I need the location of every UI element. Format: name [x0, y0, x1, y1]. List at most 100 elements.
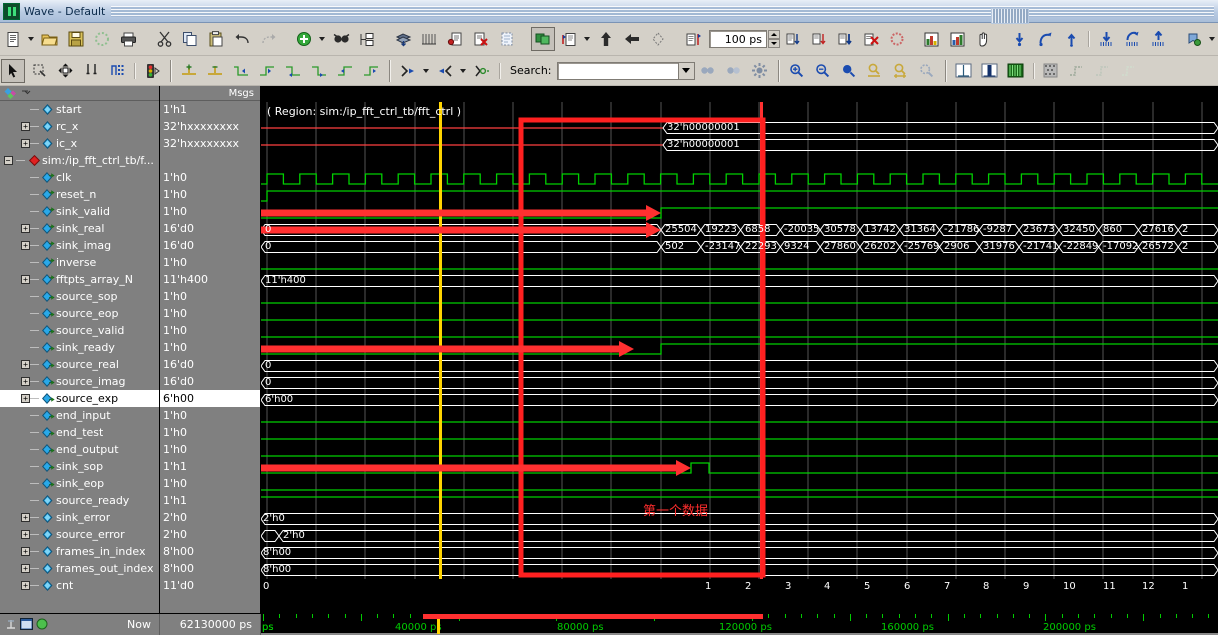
signal-row[interactable]: sink_ready — [0, 339, 159, 356]
signal-row[interactable]: source_eop — [0, 305, 159, 322]
signal-row[interactable]: − sim:/ip_fft_ctrl_tb/f... — [0, 152, 159, 169]
expand-icon[interactable]: + — [21, 275, 30, 284]
traffic-light-button[interactable] — [140, 59, 164, 83]
signal-row[interactable]: + sink_imag — [0, 237, 159, 254]
prev-rising-edge-button[interactable] — [333, 59, 357, 83]
waveform-canvas[interactable]: ( Region: sim:/ip_fft_ctrl_tb/fft_ctrl )… — [261, 102, 1218, 592]
signal-row[interactable]: sink_sop — [0, 458, 159, 475]
cursor-marker-icon[interactable] — [5, 618, 17, 633]
collapse-all-button[interactable] — [391, 27, 415, 51]
step-up-button[interactable] — [594, 27, 618, 51]
dither-format-button[interactable] — [1039, 59, 1063, 83]
collapse-icon[interactable]: − — [3, 156, 13, 165]
zoom-in-button[interactable] — [785, 59, 809, 83]
expand-time-button[interactable] — [396, 59, 420, 83]
chevron-down-icon[interactable] — [317, 28, 326, 50]
signal-row[interactable]: + cnt — [0, 577, 159, 594]
next-falling-edge-button[interactable] — [307, 59, 331, 83]
undo-button[interactable] — [230, 27, 254, 51]
signal-row[interactable]: source_sop — [0, 288, 159, 305]
expand-icon[interactable]: + — [21, 394, 30, 403]
expand-icon[interactable]: + — [21, 513, 30, 522]
properties-button[interactable] — [355, 27, 379, 51]
zoom-cursor-button[interactable] — [863, 59, 887, 83]
signal-row[interactable]: + sink_real — [0, 220, 159, 237]
bar-format-button[interactable] — [978, 59, 1002, 83]
signal-row[interactable]: + source_error — [0, 526, 159, 543]
signal-value-list[interactable]: 1'h1 32'hxxxxxxxx 32'hxxxxxxxx 1'h0 1'h0 1'h0… — [160, 101, 260, 594]
continue-run-button[interactable] — [807, 27, 831, 51]
expand-icon[interactable]: + — [21, 530, 30, 539]
paste-button[interactable] — [204, 27, 228, 51]
signal-row[interactable]: clk — [0, 169, 159, 186]
add-wave-button[interactable] — [292, 27, 316, 51]
pan-mode-button[interactable] — [53, 59, 77, 83]
zoom-rect-mode-button[interactable] — [27, 59, 51, 83]
insert-cursor-button[interactable] — [177, 59, 201, 83]
profile-performance-button[interactable] — [919, 27, 943, 51]
search-text-field[interactable] — [557, 62, 678, 79]
expand-icon[interactable]: + — [21, 377, 30, 386]
step-out-wave-button[interactable] — [1146, 27, 1170, 51]
signal-row[interactable]: + frames_out_index — [0, 560, 159, 577]
run-all-button[interactable] — [833, 27, 857, 51]
expand-icon[interactable]: + — [21, 224, 30, 233]
drag-mode-button[interactable] — [971, 27, 995, 51]
prev-transition-button[interactable] — [229, 59, 253, 83]
zoom-range-button[interactable] — [889, 59, 913, 83]
signal-row[interactable]: + frames_in_index — [0, 543, 159, 560]
stop-button[interactable] — [885, 27, 909, 51]
run-button[interactable] — [781, 27, 805, 51]
signal-row[interactable]: end_output — [0, 441, 159, 458]
new-file-button[interactable] — [1, 27, 25, 51]
annotate-wave-button[interactable] — [443, 27, 467, 51]
step-back-button[interactable] — [620, 27, 644, 51]
wave-window-icon[interactable] — [20, 618, 33, 633]
reload-button[interactable] — [90, 27, 114, 51]
signal-row[interactable]: source_valid — [0, 322, 159, 339]
signal-row[interactable]: sink_eop — [0, 475, 159, 492]
zoom-last-button[interactable] — [915, 59, 939, 83]
step-into-wave-button[interactable] — [1094, 27, 1118, 51]
break-sim-button[interactable] — [859, 27, 883, 51]
signal-name-list[interactable]: start + rc_x + ic_x − sim:/ip_fft_ctrl_tb/f...… — [0, 101, 159, 594]
next-rising-edge-button[interactable] — [359, 59, 383, 83]
step-over-wave-button[interactable] — [1120, 27, 1144, 51]
step-out-button[interactable] — [1059, 27, 1083, 51]
expand-icon[interactable]: + — [21, 581, 30, 590]
wave-grid-button[interactable] — [417, 27, 441, 51]
expand-icon[interactable]: + — [21, 547, 30, 556]
memory-view-button[interactable] — [945, 27, 969, 51]
signal-row[interactable]: + rc_x — [0, 118, 159, 135]
run-length-stepper[interactable] — [768, 30, 780, 48]
chevron-down-icon[interactable] — [458, 60, 467, 82]
signal-row[interactable]: + source_imag — [0, 373, 159, 390]
prev-falling-edge-button[interactable] — [281, 59, 305, 83]
step-into-button[interactable] — [1007, 27, 1031, 51]
search-history-dropdown[interactable] — [678, 61, 695, 80]
waveform-pane[interactable]: ( Region: sim:/ip_fft_ctrl_tb/fft_ctrl )… — [261, 86, 1218, 613]
signal-row[interactable]: + source_exp — [0, 390, 159, 407]
signal-row[interactable]: inverse — [0, 254, 159, 271]
signal-row[interactable]: sink_valid — [0, 203, 159, 220]
expand-icon[interactable]: + — [21, 241, 30, 250]
expand-icon[interactable]: + — [21, 360, 30, 369]
step-over-button[interactable] — [1033, 27, 1057, 51]
collapse-time-button[interactable] — [433, 59, 457, 83]
signal-row[interactable]: end_test — [0, 424, 159, 441]
find-button[interactable] — [329, 27, 353, 51]
cut-button[interactable] — [152, 27, 176, 51]
chevron-down-icon[interactable] — [582, 28, 591, 50]
redo-button[interactable] — [256, 27, 280, 51]
cursor-measure-button[interactable] — [79, 59, 103, 83]
select-mode-button[interactable] — [1, 58, 25, 83]
step-format-1-button[interactable] — [1065, 59, 1089, 83]
signal-row[interactable]: reset_n — [0, 186, 159, 203]
print-button[interactable] — [116, 27, 140, 51]
signal-row[interactable]: + sink_error — [0, 509, 159, 526]
chevron-down-icon[interactable] — [26, 28, 35, 50]
break-button[interactable] — [646, 27, 670, 51]
chevron-down-icon[interactable] — [1207, 28, 1216, 50]
expand-icon[interactable]: + — [21, 564, 30, 573]
restart-sim-button[interactable] — [531, 27, 555, 51]
